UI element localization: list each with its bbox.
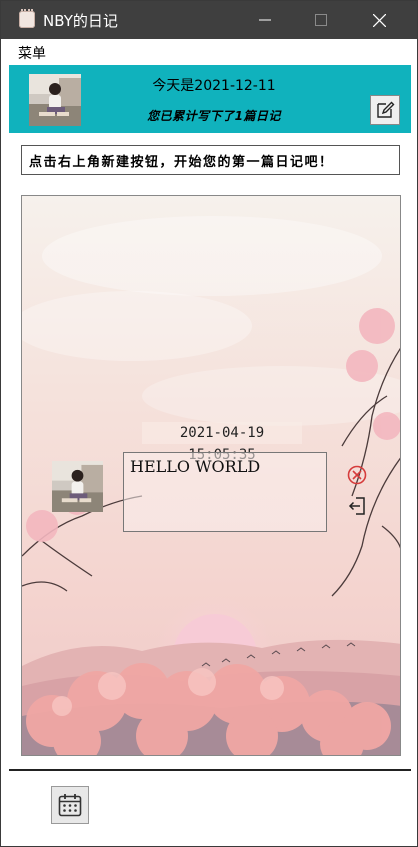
delete-entry-button[interactable] — [346, 464, 368, 486]
today-date-text: 今天是2021-12-11 — [152, 78, 276, 94]
menu-item[interactable]: 菜单 — [18, 43, 46, 63]
app-window: NBY的日记 菜单 今天是2021-12-11 您已累计写下了1篇日记 点击右上… — [0, 0, 418, 847]
entry-datetime: 2021-04-19 15:05:35 — [142, 422, 302, 463]
entry-avatar — [52, 461, 103, 512]
new-diary-button[interactable] — [370, 95, 400, 125]
menu-bar: 菜单 — [1, 39, 417, 65]
maximize-icon — [315, 14, 327, 26]
close-icon — [372, 13, 386, 27]
entry-content-box[interactable]: HELLO WORLD — [123, 452, 327, 532]
open-entry-icon — [348, 497, 365, 515]
title-bar[interactable]: NBY的日记 — [1, 1, 417, 39]
hint-text: 点击右上角新建按钮，开始您的第一篇日记吧！ — [29, 155, 334, 170]
minimize-icon — [259, 19, 271, 21]
minimize-button[interactable] — [235, 1, 295, 39]
delete-x-icon — [347, 465, 367, 485]
header-panel: 今天是2021-12-11 您已累计写下了1篇日记 — [9, 65, 411, 133]
notebook-icon — [19, 9, 35, 28]
hint-box: 点击右上角新建按钮，开始您的第一篇日记吧！ — [21, 145, 400, 175]
pencil-edit-icon — [377, 101, 395, 118]
close-button[interactable] — [349, 1, 409, 39]
calendar-icon — [58, 794, 82, 817]
window-title: NBY的日记 — [43, 12, 118, 30]
calendar-button[interactable] — [51, 786, 89, 824]
open-entry-button[interactable] — [346, 495, 368, 517]
diary-list-area: 2021-04-19 15:05:35 HELLO WORLD — [21, 195, 401, 756]
entry-content-text: HELLO WORLD — [130, 457, 261, 476]
maximize-button[interactable] — [291, 1, 351, 39]
diary-count-text: 您已累计写下了1篇日记 — [147, 109, 281, 123]
footer-divider — [9, 769, 411, 771]
